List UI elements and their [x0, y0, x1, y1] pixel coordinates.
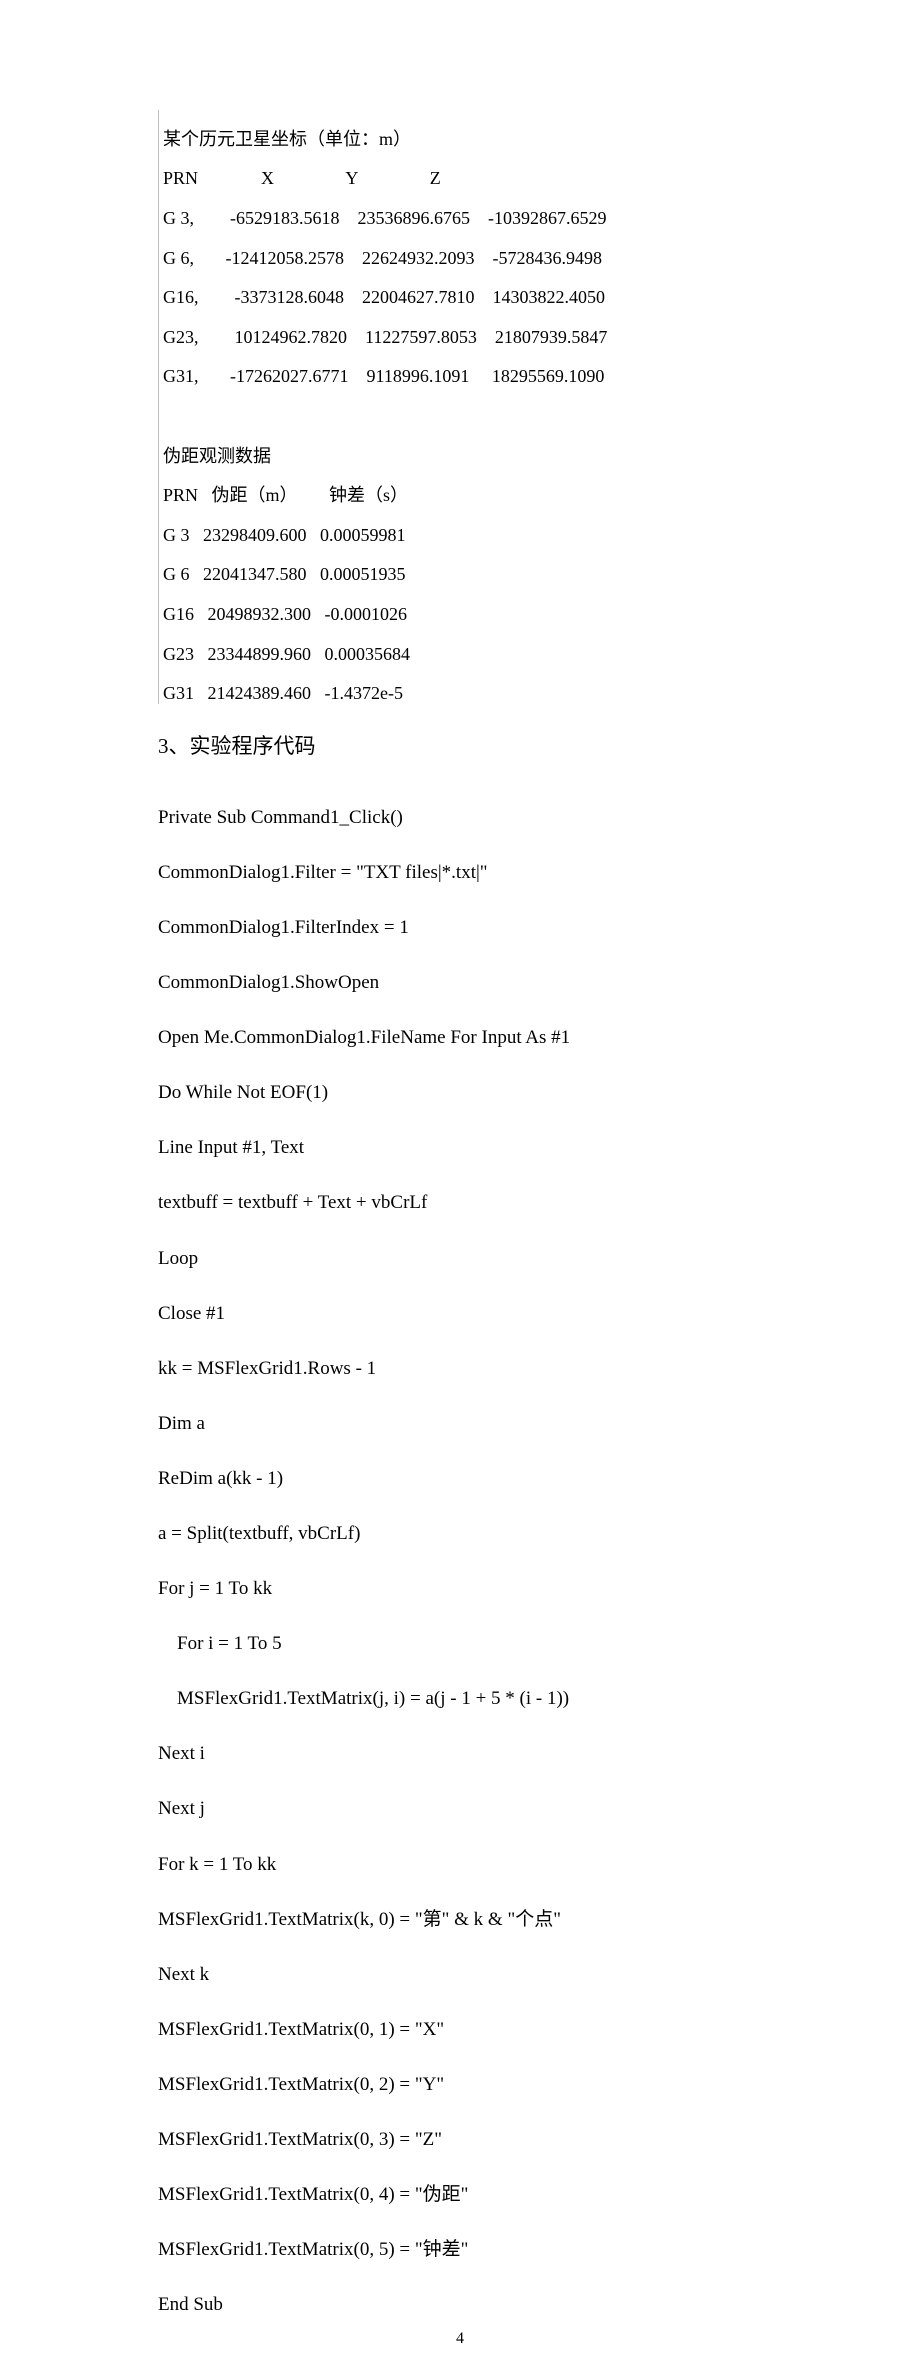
- table-row: G23, 10124962.7820 11227597.8053 2180793…: [163, 328, 762, 348]
- table-row: G31 21424389.460 -1.4372e-5: [163, 684, 762, 704]
- code-line: For k = 1 To kk: [158, 1851, 762, 1879]
- table-row: G 3, -6529183.5618 23536896.6765 -103928…: [163, 209, 762, 229]
- table2-header: PRN 伪距（m） 钟差（s）: [163, 486, 762, 506]
- code-line: Next i: [158, 1740, 762, 1768]
- code-line: MSFlexGrid1.TextMatrix(0, 3) = "Z": [158, 2126, 762, 2154]
- code-line: Next j: [158, 1795, 762, 1823]
- code-block: Private Sub Command1_Click() CommonDialo…: [158, 776, 762, 2374]
- code-line: MSFlexGrid1.TextMatrix(0, 1) = "X": [158, 2016, 762, 2044]
- code-line: For i = 1 To 5: [158, 1630, 762, 1658]
- code-line: MSFlexGrid1.TextMatrix(0, 2) = "Y": [158, 2071, 762, 2099]
- code-line: kk = MSFlexGrid1.Rows - 1: [158, 1355, 762, 1383]
- table-row: G 6 22041347.580 0.00051935: [163, 565, 762, 585]
- code-line: For j = 1 To kk: [158, 1575, 762, 1603]
- code-line: Dim a: [158, 1410, 762, 1438]
- code-line: a = Split(textbuff, vbCrLf): [158, 1520, 762, 1548]
- table-row: G31, -17262027.6771 9118996.1091 1829556…: [163, 367, 762, 387]
- section-heading: 3、实验程序代码: [158, 732, 762, 760]
- code-line: MSFlexGrid1.TextMatrix(0, 5) = "钟差": [158, 2236, 762, 2264]
- code-line: Loop: [158, 1245, 762, 1273]
- code-line: Private Sub Command1_Click(): [158, 804, 762, 832]
- satellite-coords-block: 某个历元卫星坐标（单位：m） PRN X Y Z G 3, -6529183.5…: [158, 110, 762, 704]
- table-row: G 3 23298409.600 0.00059981: [163, 526, 762, 546]
- table-row: G16, -3373128.6048 22004627.7810 1430382…: [163, 288, 762, 308]
- code-line: CommonDialog1.ShowOpen: [158, 969, 762, 997]
- code-line: Open Me.CommonDialog1.FileName For Input…: [158, 1024, 762, 1052]
- code-line: End Sub: [158, 2291, 762, 2319]
- code-line: MSFlexGrid1.TextMatrix(j, i) = a(j - 1 +…: [158, 1685, 762, 1713]
- table1-header: PRN X Y Z: [163, 169, 762, 189]
- code-line: Close #1: [158, 1300, 762, 1328]
- code-line: Next k: [158, 1961, 762, 1989]
- table-row: G 6, -12412058.2578 22624932.2093 -57284…: [163, 249, 762, 269]
- code-line: textbuff = textbuff + Text + vbCrLf: [158, 1189, 762, 1217]
- table-row: G23 23344899.960 0.00035684: [163, 645, 762, 665]
- code-line: CommonDialog1.Filter = "TXT files|*.txt|…: [158, 859, 762, 887]
- table-row: G16 20498932.300 -0.0001026: [163, 605, 762, 625]
- code-line: CommonDialog1.FilterIndex = 1: [158, 914, 762, 942]
- code-line: Do While Not EOF(1): [158, 1079, 762, 1107]
- code-line: MSFlexGrid1.TextMatrix(k, 0) = "第" & k &…: [158, 1906, 762, 1934]
- table2-title: 伪距观测数据: [163, 447, 762, 467]
- code-line: Line Input #1, Text: [158, 1134, 762, 1162]
- code-line: ReDim a(kk - 1): [158, 1465, 762, 1493]
- document-page: 某个历元卫星坐标（单位：m） PRN X Y Z G 3, -6529183.5…: [0, 0, 920, 2374]
- table1-title: 某个历元卫星坐标（单位：m）: [163, 130, 762, 150]
- code-line: MSFlexGrid1.TextMatrix(0, 4) = "伪距": [158, 2181, 762, 2209]
- page-number: 4: [0, 2328, 920, 2350]
